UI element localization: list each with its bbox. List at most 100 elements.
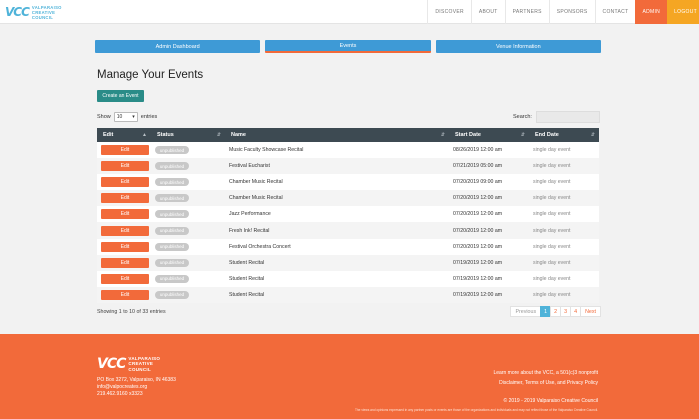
edit-cell: Edit [97, 142, 151, 158]
edit-button[interactable]: Edit [101, 177, 149, 188]
table-row: Edit unpublished Jazz Performance 07/20/… [97, 206, 599, 223]
logo-wordmark: VALPARAISO CREATIVE COUNCIL [32, 5, 62, 20]
end-date: single day event [533, 275, 571, 282]
table-row: Edit unpublished Student Recital 07/19/2… [97, 254, 599, 271]
status-cell: unpublished [151, 206, 225, 222]
table-row: Edit unpublished Fresh Ink! Recital 07/2… [97, 222, 599, 239]
status-cell: unpublished [151, 287, 225, 303]
sort-icon: ⇵ [440, 132, 445, 138]
entries-label: entries [140, 114, 158, 120]
edit-cell: Edit [97, 174, 151, 190]
footer-phone: 219.462.9160 x3323 [97, 391, 143, 398]
start-date: 07/19/2019 12:00 am [453, 275, 503, 282]
column-header-start-date[interactable]: Start Date ⇵ [449, 128, 529, 142]
column-header-status[interactable]: Status ⇵ [151, 128, 225, 142]
table-row: Edit unpublished Music Faculty Showcase … [97, 142, 599, 159]
edit-button[interactable]: Edit [101, 225, 149, 236]
entries-select[interactable]: 10 ▾ [113, 112, 138, 122]
edit-button[interactable]: Edit [101, 161, 149, 172]
column-label: Edit [103, 132, 114, 138]
end-date: single day event [533, 179, 571, 186]
nav-sponsors[interactable]: SPONSORS [548, 0, 595, 24]
edit-cell: Edit [97, 287, 151, 303]
column-label: End Date [535, 132, 559, 138]
table-row: Edit unpublished Festival Eucharist 07/2… [97, 158, 599, 175]
tab-admin-dashboard[interactable]: Admin Dashboard [95, 40, 261, 53]
tab-events[interactable]: Events [265, 40, 431, 53]
edit-cell: Edit [97, 158, 151, 174]
vcc-logo[interactable]: VCC VALPARAISO CREATIVE COUNCIL [5, 3, 62, 21]
edit-button[interactable]: Edit [101, 145, 149, 156]
status-cell: unpublished [151, 271, 225, 287]
event-name: Student Recital [229, 275, 265, 282]
nav-admin[interactable]: ADMIN [635, 0, 668, 24]
search-input[interactable] [535, 111, 600, 123]
nav-partners[interactable]: PARTNERS [504, 0, 549, 24]
pagination: Previous 1 2 3 4 Next [510, 306, 601, 317]
status-badge: unpublished [155, 242, 189, 251]
event-name: Jazz Performance [229, 211, 271, 218]
table-row: Edit unpublished Student Recital 07/19/2… [97, 286, 599, 303]
start-date: 07/20/2019 12:00 am [453, 195, 503, 202]
edit-button[interactable]: Edit [101, 273, 149, 284]
status-badge: unpublished [155, 162, 189, 171]
start-date: 07/20/2019 12:00 am [453, 243, 503, 250]
tab-venue-information[interactable]: Venue Information [435, 40, 601, 53]
end-date: single day event [533, 291, 571, 298]
status-badge: unpublished [155, 274, 189, 283]
edit-button[interactable]: Edit [101, 209, 149, 220]
edit-cell: Edit [97, 206, 151, 222]
column-header-end-date[interactable]: End Date ⇵ [529, 128, 599, 142]
show-label: Show [97, 114, 111, 120]
status-badge: unpublished [155, 178, 189, 187]
status-cell: unpublished [151, 158, 225, 174]
pagination-previous[interactable]: Previous [510, 306, 542, 317]
nav-discover[interactable]: DISCOVER [427, 0, 471, 24]
column-header-edit[interactable]: Edit ▲ [97, 128, 151, 142]
table-row: Edit unpublished Festival Orchestra Conc… [97, 238, 599, 255]
edit-button[interactable]: Edit [101, 289, 149, 300]
edit-button[interactable]: Edit [101, 193, 149, 204]
select-arrows-icon: ▾ [132, 114, 135, 120]
nav-about[interactable]: ABOUT [470, 0, 505, 24]
footer-policy-link[interactable]: Disclaimer, Terms of Use, and Privacy Po… [493, 379, 598, 389]
logo-line: COUNCIL [31, 14, 54, 20]
edit-button[interactable]: Edit [101, 241, 149, 252]
pagination-next[interactable]: Next [580, 306, 601, 317]
start-date: 07/20/2019 09:00 am [453, 179, 503, 186]
page-title: Manage Your Events [97, 69, 204, 81]
nav-contact[interactable]: CONTACT [594, 0, 636, 24]
status-cell: unpublished [151, 190, 225, 206]
footer-about-link[interactable]: Learn more about the VCC, a 501(c)3 nonp… [493, 369, 598, 379]
table-info: Showing 1 to 10 of 33 entries [97, 309, 166, 315]
start-date: 07/21/2019 05:00 am [453, 163, 503, 170]
status-cell: unpublished [151, 222, 225, 238]
events-table: Edit ▲ Status ⇵ Name ⇵ Start Date ⇵ End … [97, 128, 599, 303]
status-cell: unpublished [151, 239, 225, 255]
logo-mark: VCC [5, 5, 30, 19]
column-header-name[interactable]: Name ⇵ [225, 128, 449, 142]
nav-logout[interactable]: LOGOUT [667, 0, 699, 24]
event-name: Student Recital [229, 291, 265, 298]
main-nav: DISCOVER ABOUT PARTNERS SPONSORS CONTACT… [427, 0, 699, 24]
edit-cell: Edit [97, 190, 151, 206]
footer-email-link[interactable]: info@valpocreates.org [97, 384, 176, 391]
logo-line: VALPARAISO [31, 4, 62, 10]
status-badge: unpublished [155, 194, 189, 203]
sort-icon: ⇵ [590, 132, 595, 138]
create-event-button[interactable]: Create an Event [97, 90, 144, 102]
search-label: Search: [513, 114, 532, 120]
status-badge: unpublished [155, 146, 189, 155]
footer-disclaimer: The views and opinions expressed in any … [354, 408, 598, 412]
status-cell: unpublished [151, 142, 225, 158]
edit-cell: Edit [97, 271, 151, 287]
sort-icon: ⇵ [216, 132, 221, 138]
table-body: Edit unpublished Music Faculty Showcase … [97, 142, 599, 303]
entries-length-control: Show 10 ▾ entries [97, 112, 157, 122]
footer-logo-mark: VCC [97, 356, 126, 372]
event-name: Festival Orchestra Concert [229, 243, 291, 250]
status-badge: unpublished [155, 210, 189, 219]
end-date: single day event [533, 227, 571, 234]
status-cell: unpublished [151, 174, 225, 190]
edit-button[interactable]: Edit [101, 257, 149, 268]
